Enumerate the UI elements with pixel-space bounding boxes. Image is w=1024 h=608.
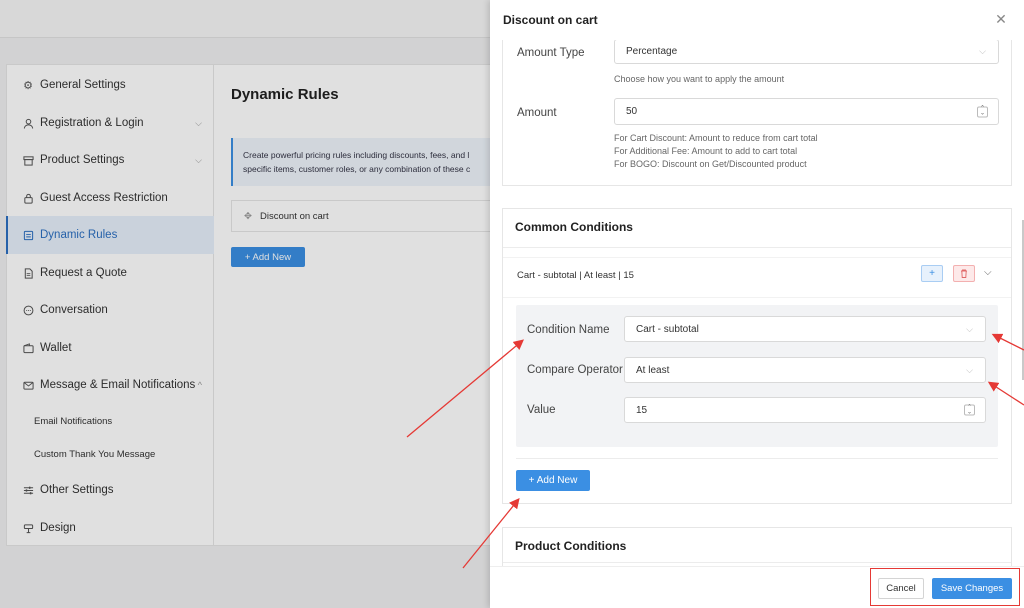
add-condition-button[interactable]: + Add New (516, 470, 590, 491)
amount-label: Amount (517, 107, 557, 119)
compare-operator-value: At least (636, 364, 670, 376)
value-input[interactable]: 15 ⌃ ⌄ (624, 397, 986, 423)
condition-name-value: Cart - subtotal (636, 323, 699, 335)
drawer-title: Discount on cart (503, 13, 598, 27)
condition-name-select[interactable]: Cart - subtotal ⌵ (624, 316, 986, 342)
amount-help-line: For BOGO: Discount on Get/Discounted pro… (614, 159, 807, 169)
compare-operator-label: Compare Operator (527, 364, 623, 376)
modal-overlay[interactable] (0, 0, 490, 608)
condition-name-label: Condition Name (527, 324, 610, 336)
condition-summary[interactable]: Cart - subtotal | At least | 15 (517, 270, 634, 281)
drawer-header: Discount on cart ✕ (490, 0, 1024, 40)
divider (503, 297, 1011, 298)
amount-type-help: Choose how you want to apply the amount (614, 74, 785, 84)
add-condition-icon[interactable]: + (921, 265, 943, 282)
amount-value: 50 (626, 106, 638, 117)
chevron-down-icon: ⌵ (966, 364, 973, 375)
value-value: 15 (636, 404, 648, 416)
compare-operator-select[interactable]: At least ⌵ (624, 357, 986, 383)
divider (516, 458, 998, 459)
chevron-down-icon[interactable]: ⌵ (984, 267, 992, 278)
chevron-down-icon: ⌵ (979, 46, 986, 56)
condition-detail-panel: Condition Name Cart - subtotal ⌵ Compare… (516, 305, 998, 447)
rule-edit-drawer: Discount on cart ✕ Amount Type Percentag… (490, 0, 1024, 608)
amount-type-value: Percentage (626, 46, 678, 57)
amount-help-line: For Additional Fee: Amount to add to car… (614, 146, 798, 156)
amount-help-line: For Cart Discount: Amount to reduce from… (614, 133, 818, 143)
amount-card: Amount Type Percentage ⌵ Choose how you … (502, 40, 1012, 186)
drawer-body[interactable]: Amount Type Percentage ⌵ Choose how you … (490, 40, 1024, 566)
amount-type-select[interactable]: Percentage ⌵ (614, 40, 999, 64)
chevron-down-icon: ⌵ (966, 323, 973, 334)
close-icon[interactable]: ✕ (994, 12, 1008, 26)
trash-icon[interactable] (953, 265, 975, 282)
annotation-highlight-box (870, 568, 1020, 606)
spinner-icon[interactable]: ⌃ ⌄ (964, 404, 975, 416)
divider (503, 562, 1011, 563)
amount-type-label: Amount Type (517, 47, 585, 59)
divider (503, 247, 1011, 248)
product-conditions-card: Product Conditions (502, 527, 1012, 566)
common-conditions-title: Common Conditions (515, 220, 633, 234)
value-label: Value (527, 404, 556, 416)
amount-input[interactable]: 50 ⌃ ⌄ (614, 98, 999, 125)
product-conditions-title: Product Conditions (515, 539, 627, 553)
divider (503, 257, 1011, 258)
spinner-icon[interactable]: ⌃ ⌄ (977, 106, 988, 117)
